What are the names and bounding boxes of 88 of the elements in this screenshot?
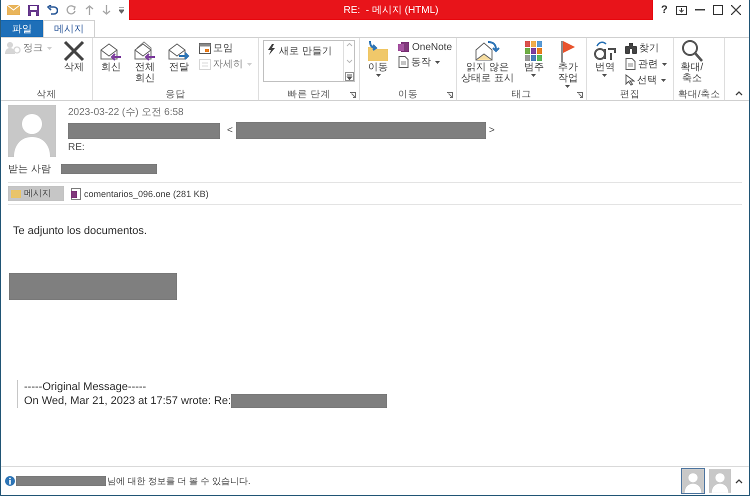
attachment[interactable]: 메시지 xyxy=(8,186,64,201)
cursor-icon xyxy=(624,74,635,86)
caret-icon xyxy=(47,46,52,50)
document-icon xyxy=(624,58,636,70)
ribbon-button[interactable]: 찾기 xyxy=(624,41,669,55)
window-title: RE: - 메시지 (HTML) xyxy=(344,4,438,17)
translate-icon xyxy=(592,40,617,62)
bracket: < xyxy=(227,125,233,136)
search-icon xyxy=(680,39,703,63)
up-arrow-icon[interactable] xyxy=(85,5,94,15)
gallery-item[interactable]: 새로 만들기 xyxy=(264,41,343,81)
quote-title: -----Original Message----- xyxy=(24,380,148,394)
ribbon-button[interactable]: 관련 xyxy=(624,57,669,71)
ribbon-button[interactable]: 이동 xyxy=(364,40,392,77)
caret-icon xyxy=(247,62,252,66)
ribbon-button[interactable]: 삭제 xyxy=(60,40,88,73)
ribbon-button[interactable]: 읽지 않은 상태로 표시 xyxy=(461,40,514,84)
caret-icon xyxy=(376,74,380,77)
undo-icon[interactable] xyxy=(47,5,58,15)
down-arrow-icon[interactable] xyxy=(102,5,111,15)
attachment[interactable]: comentarios_096.one (281 KB) xyxy=(68,186,212,200)
ribbon-button[interactable]: OneNote xyxy=(398,41,452,53)
message-text: Te adjunto los documentos. xyxy=(13,225,148,237)
people-icon xyxy=(5,41,21,55)
sent-date: 2023-03-22 (수) 오전 6:58 xyxy=(68,106,185,119)
minimize-icon[interactable] xyxy=(694,9,705,11)
caret-icon[interactable] xyxy=(735,478,743,484)
binoculars-icon xyxy=(624,42,637,54)
caret-icon xyxy=(602,74,608,77)
quote-line: On Wed, Mar 21, 2023 at 17:57 wrote: Re: xyxy=(24,394,232,408)
folder-arrow-icon xyxy=(366,40,390,62)
help-button[interactable]: ? xyxy=(661,4,668,16)
person-icon xyxy=(709,469,731,493)
window-icon xyxy=(199,58,211,70)
ribbon-button[interactable]: 번역 xyxy=(590,40,619,77)
person-button[interactable] xyxy=(681,468,705,494)
ribbon-button[interactable]: 추가 작업 xyxy=(554,40,582,88)
avatar-icon xyxy=(8,105,56,157)
more-icon[interactable] xyxy=(344,72,354,81)
group-label: 확대/축소 xyxy=(678,88,720,100)
document-icon xyxy=(398,56,409,68)
to-label: 받는 사람 xyxy=(8,163,51,176)
ribbon-button[interactable]: 전체 회신 xyxy=(131,40,159,84)
group-label: 태그 xyxy=(511,88,532,100)
bracket: > xyxy=(488,125,495,136)
envelope-arrow-icon xyxy=(133,40,157,62)
notebook-icon xyxy=(71,188,81,200)
caret-icon xyxy=(660,78,666,82)
ribbon-button[interactable]: 동작 xyxy=(398,55,452,69)
launcher-icon[interactable] xyxy=(576,92,583,98)
group-label: 빠른 단계 xyxy=(288,88,330,100)
file-tab[interactable]: 파일 xyxy=(1,20,43,37)
flag-icon xyxy=(560,40,576,62)
group-label: 이동 xyxy=(398,88,418,100)
launcher-icon[interactable] xyxy=(447,92,454,98)
ribbon-button[interactable]: 범주 xyxy=(520,40,548,77)
lightning-icon xyxy=(267,44,275,55)
ribbon-display-icon[interactable] xyxy=(676,6,687,14)
save-icon[interactable] xyxy=(28,4,39,16)
launcher-icon[interactable] xyxy=(350,92,356,98)
color-grid-icon xyxy=(524,41,543,61)
group-label: 응답 xyxy=(166,88,186,100)
close-icon[interactable] xyxy=(730,5,741,15)
status-text: 님에 대한 정보를 더 볼 수 있습니다. xyxy=(107,474,251,488)
collapse-icon[interactable] xyxy=(735,91,743,96)
notebook-icon xyxy=(398,41,410,53)
redo-icon[interactable] xyxy=(66,5,77,15)
envelope-arrow-icon xyxy=(474,40,500,62)
calendar-icon xyxy=(199,42,211,54)
x-icon xyxy=(63,40,85,62)
customize-icon[interactable] xyxy=(119,6,124,14)
maximize-icon[interactable] xyxy=(712,5,723,15)
ribbon-button[interactable]: 선택 xyxy=(624,73,669,87)
caret-icon xyxy=(662,62,667,66)
ribbon-tab[interactable]: 메시지 xyxy=(43,20,95,37)
ribbon-button[interactable]: 확대/ 축소 xyxy=(678,40,706,84)
info-icon xyxy=(5,476,15,486)
group-label: 편집 xyxy=(620,88,640,100)
caret-icon xyxy=(435,60,440,64)
envelope-icon xyxy=(11,190,21,198)
caret-icon xyxy=(531,74,536,77)
ribbon-button[interactable]: 전달 xyxy=(165,40,193,73)
subject: RE: xyxy=(68,142,86,153)
ribbon-button[interactable]: 모임 xyxy=(199,41,254,55)
ribbon-button[interactable]: 회신 xyxy=(97,40,125,73)
group-label: 삭제 xyxy=(36,88,56,100)
person-icon xyxy=(682,469,704,493)
caret-icon xyxy=(565,85,570,88)
